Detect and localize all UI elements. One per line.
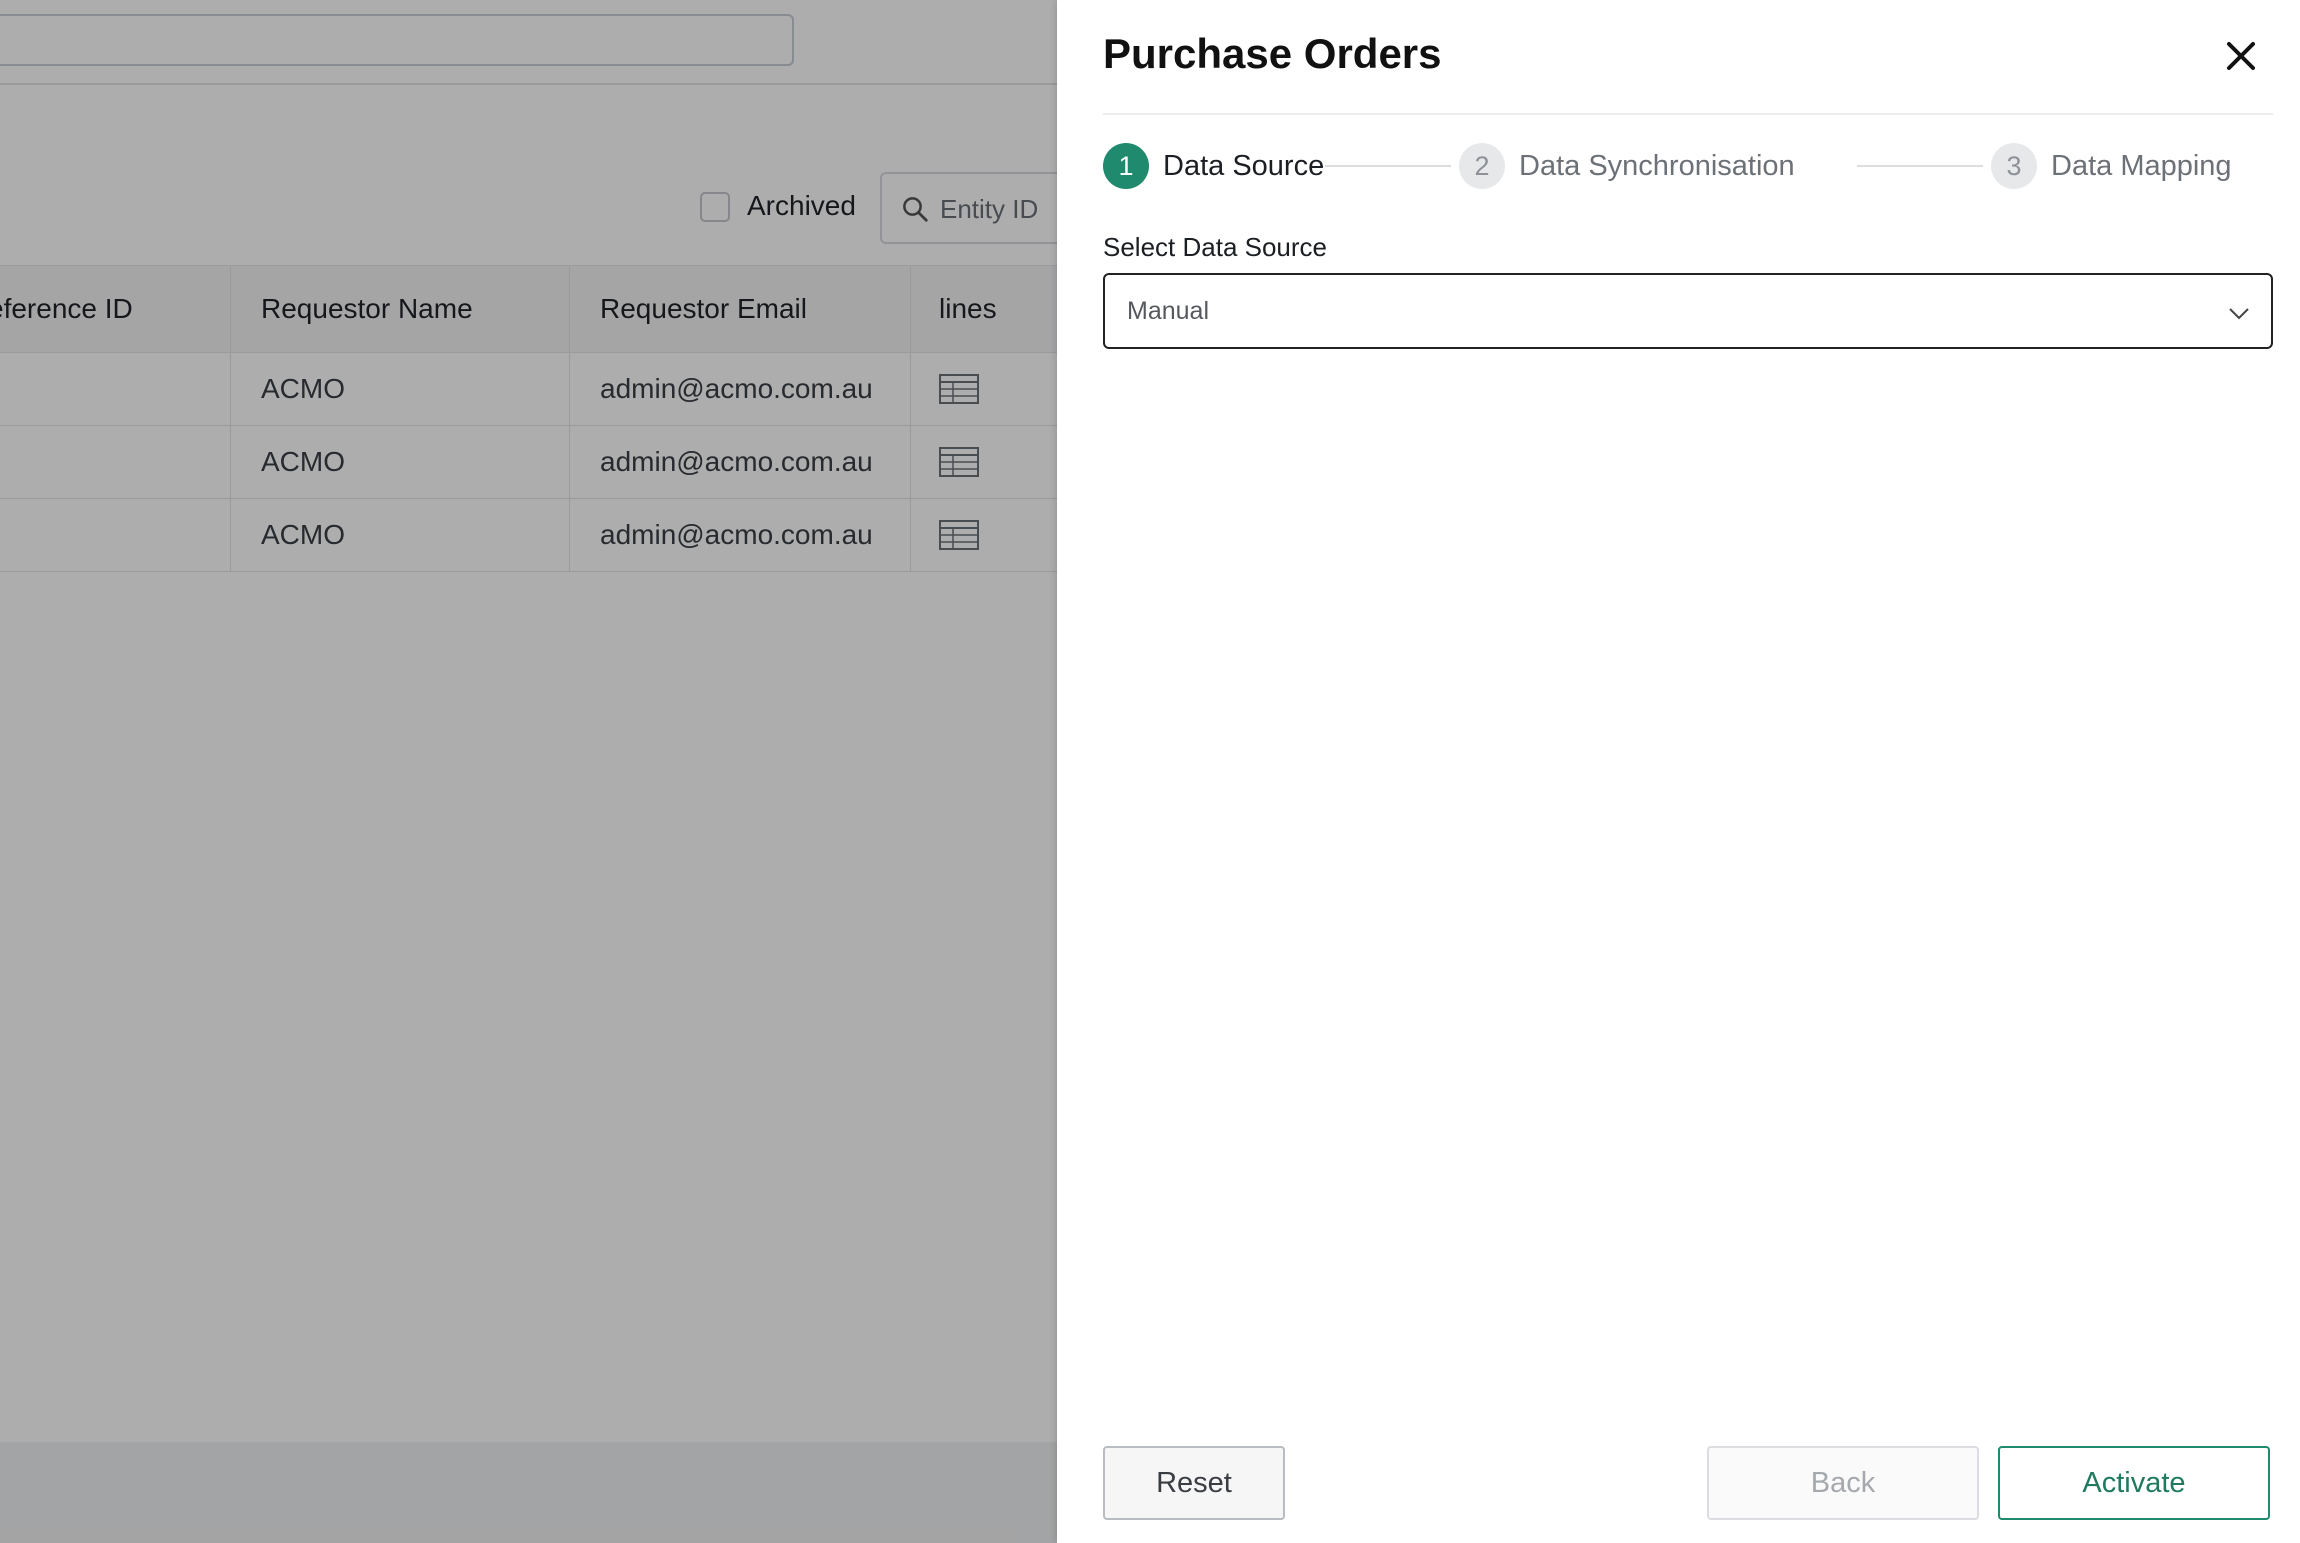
step-data-source[interactable]: 1 Data Source <box>1103 142 1324 190</box>
data-source-label: Select Data Source <box>1103 232 1328 262</box>
step-data-mapping[interactable]: 3 Data Mapping <box>1991 142 2232 190</box>
activate-button[interactable]: Activate <box>1998 1446 2270 1520</box>
step-connector <box>1325 165 1451 167</box>
step-connector <box>1857 165 1983 167</box>
step-label: Data Synchronisation <box>1519 149 1795 182</box>
purchase-orders-drawer: Purchase Orders 1 Data Source 2 Data Syn… <box>1057 0 2300 1543</box>
back-button[interactable]: Back <box>1707 1446 1979 1520</box>
step-label: Data Mapping <box>2051 149 2232 182</box>
chevron-down-icon <box>2229 308 2249 320</box>
drawer-divider <box>1103 113 2273 115</box>
setup-stepper: 1 Data Source 2 Data Synchronisation 3 D… <box>1103 142 2273 192</box>
data-source-select[interactable]: Manual <box>1103 273 2273 349</box>
close-icon[interactable] <box>2219 34 2263 78</box>
step-label: Data Source <box>1163 149 1325 182</box>
step-number: 2 <box>1459 143 1505 189</box>
step-data-synchronisation[interactable]: 2 Data Synchronisation <box>1459 142 1795 190</box>
data-source-value: Manual <box>1127 297 1209 325</box>
step-number: 1 <box>1103 143 1149 189</box>
step-number: 3 <box>1991 143 2037 189</box>
reset-button[interactable]: Reset <box>1103 1446 1285 1520</box>
drawer-title: Purchase Orders <box>1103 30 1442 77</box>
modal-overlay[interactable] <box>0 0 1057 1543</box>
